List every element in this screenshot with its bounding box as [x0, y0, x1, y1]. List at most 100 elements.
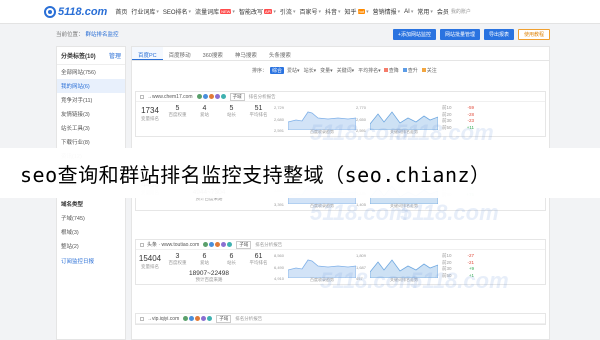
sidebar-item[interactable]: 全部网站(756)	[57, 65, 125, 79]
add-monitor-button[interactable]: +添加网站监控	[393, 28, 436, 40]
top-navbar: 5118.com 首页 行业词库 ▾ SEO排名 ▾ 流量词库 NEW ▾ 智能改写 API ▾ 引流…	[0, 0, 600, 24]
site-stat: 6 爱站	[191, 253, 218, 268]
nav-item[interactable]: SEO排名 ▾	[162, 7, 191, 17]
nav-item[interactable]: 抖音 ▾	[325, 7, 341, 17]
filter-checkbox[interactable]: 查升	[402, 67, 418, 74]
axis-tick: 2,680	[274, 116, 285, 122]
site-domain[interactable]: 头条 · www.toutiao.com	[147, 241, 199, 248]
filter-option[interactable]: 站长▾	[304, 67, 317, 74]
watermark: 5118.com	[310, 200, 409, 225]
nav-item-label: 智能改写	[238, 10, 263, 16]
axis-tick: 2,770	[356, 105, 367, 110]
filter-checkbox[interactable]: 查降	[383, 67, 399, 74]
site-stat-value: 3	[175, 253, 180, 260]
sidebar-item[interactable]: 友情链接(3)	[57, 107, 125, 121]
batch-manage-button[interactable]: 网站批量管理	[439, 28, 480, 40]
site-stat-label: 爱站	[200, 112, 209, 117]
nav-item[interactable]: 首页	[115, 7, 127, 16]
filter-option[interactable]: 关键词▾	[337, 67, 355, 74]
nav-item[interactable]: 营销情报 ▾	[373, 7, 401, 17]
site-stat: 5 百度权重	[164, 105, 191, 126]
site-domain[interactable]: →vip.iqiyi.com	[147, 316, 179, 322]
nav-item[interactable]: AI ▾	[404, 9, 413, 15]
tutorial-button[interactable]: 使用教程	[517, 28, 550, 40]
sidebar-item[interactable]: 站长工具(3)	[57, 121, 125, 135]
domain-type-item[interactable]: 整站(2)	[57, 239, 125, 253]
nav-item[interactable]: 知乎 hot ▾	[345, 7, 369, 17]
sidebar-item[interactable]: 下载行业(8)	[57, 135, 125, 149]
sub-toolbar: 当前位置： 群站排名监控 +添加网站监控 网站批量管理 导出报表 使用教程	[56, 26, 550, 42]
domain-type-list: 子域(745) 根域(3) 整站(2)	[57, 211, 125, 253]
filter-option[interactable]: 爱站▾	[287, 67, 300, 74]
site-stat-label: 爱站	[200, 260, 209, 265]
sidebar-item[interactable]: 竞争对手(11)	[57, 93, 125, 107]
engine-tab[interactable]: 神马搜索	[229, 47, 263, 60]
breadcrumb-prefix: 当前位置：	[56, 32, 84, 38]
logo-text: 5118.com	[58, 5, 108, 18]
domain-type-item[interactable]: 子域(745)	[57, 211, 125, 225]
main-nav: 首页 行业词库 ▾ SEO排名 ▾ 流量词库 NEW ▾ 智能改写 API ▾ 引流 ▾ 百家号 ▾ 抖音 ▾ 知…	[115, 7, 449, 17]
nav-item[interactable]: 引流 ▾	[279, 7, 296, 17]
filter-option-label: 站长	[303, 67, 314, 74]
engine-tab[interactable]: 百度PC	[132, 47, 163, 60]
sort-selected[interactable]: 综合	[270, 66, 285, 74]
domain-type-item[interactable]: 根域(3)	[57, 225, 125, 239]
manage-tags-link[interactable]: 管理	[109, 51, 121, 60]
site-stats: 5 百度权重 4 爱站 5 站长 51 平均排名	[164, 102, 274, 136]
nav-item[interactable]: 流量词库 NEW ▾	[195, 7, 235, 17]
select-checkbox[interactable]	[140, 94, 144, 99]
engine-tab[interactable]: 头条搜索	[263, 47, 297, 60]
chevron-down-icon: ▾	[397, 8, 401, 15]
nav-item[interactable]: 百家号 ▾	[299, 7, 321, 17]
breadcrumb-current[interactable]: 群站排名监控	[86, 30, 119, 38]
engine-tab[interactable]: 360搜索	[197, 47, 229, 60]
sidebar-item[interactable]: 我的网站(6)	[57, 79, 125, 93]
chevron-down-icon: ▾	[232, 8, 235, 15]
status-dot-icon	[227, 242, 233, 247]
site-stat-label: 平均排名	[249, 260, 268, 265]
nav-item[interactable]: 智能改写 API ▾	[238, 7, 276, 17]
site-domain[interactable]: →www.chem17.com	[147, 94, 193, 100]
select-checkbox[interactable]	[140, 242, 144, 247]
estimated-traffic-value: 18907~22498	[189, 269, 229, 277]
keyword-count-value: 1734	[141, 106, 159, 115]
filter-checkbox-label: 关注	[426, 67, 437, 74]
status-dot-icon	[201, 316, 207, 321]
filter-option-label: 变量	[320, 67, 331, 74]
analysis-report-link[interactable]: 排名分析报告	[235, 316, 262, 322]
site-card-header: →www.chem17.com 子域 排名分析报告	[136, 92, 545, 102]
filter-option-label: 爱站	[287, 67, 298, 74]
chevron-down-icon: ▾	[338, 8, 341, 15]
export-report-button[interactable]: 导出报表	[483, 28, 514, 40]
keyword-count: 1734 变量排名	[136, 102, 164, 136]
analysis-report-link[interactable]: 排名分析报告	[255, 242, 282, 248]
user-account[interactable]: 我的账户	[451, 8, 471, 15]
checkbox-icon	[383, 68, 388, 73]
nav-item[interactable]: 行业词库 ▾	[131, 7, 159, 17]
filter-checkbox[interactable]: 关注	[421, 67, 437, 74]
chevron-down-icon: ▾	[351, 67, 355, 74]
chevron-down-icon: ▾	[297, 67, 300, 74]
caption-text: seo查询和群站排名监控支持整域（seo.chianz）	[20, 162, 491, 187]
chevron-down-icon: ▾	[318, 8, 321, 15]
trend-chart-axis: 8,560 6,490 4,910	[274, 252, 288, 282]
nav-item-label: SEO排名	[162, 10, 188, 16]
filter-option[interactable]: 变量▾	[320, 67, 333, 74]
site-status-icons	[183, 316, 213, 321]
axis-tick: 2,729	[274, 105, 285, 110]
nav-item-label: 引流	[279, 10, 292, 16]
site-stat: 51 平均排名	[245, 105, 272, 126]
nav-item[interactable]: 常用 ▾	[417, 7, 433, 17]
nav-item-label: 百家号	[299, 10, 318, 16]
subscribe-daily-report-link[interactable]: 订阅监控日报	[57, 253, 125, 269]
site-stat-label: 平均排名	[249, 112, 268, 117]
logo[interactable]: 5118.com	[44, 5, 108, 18]
site-stat-label: 百度权重	[168, 260, 187, 265]
analysis-report-link[interactable]: 排名分析报告	[249, 94, 276, 100]
filter-option[interactable]: 平均排名▾	[358, 67, 381, 74]
keyword-count-value: 15404	[138, 254, 162, 263]
engine-tab[interactable]: 百度移动	[163, 47, 197, 60]
select-checkbox[interactable]	[140, 316, 144, 321]
nav-item[interactable]: 会员	[437, 7, 449, 16]
axis-tick: 8,560	[274, 253, 285, 258]
